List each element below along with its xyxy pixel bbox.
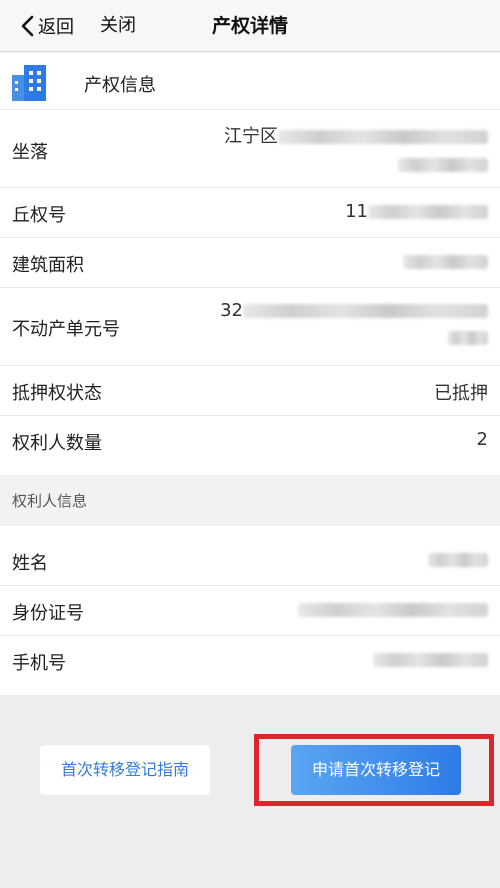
row-label: 身份证号 <box>12 603 84 624</box>
property-info-header: 产权信息 <box>0 53 500 110</box>
row-id-number: 身份证号 <box>0 586 500 636</box>
row-value: 已抵押 <box>434 383 488 404</box>
section-title: 产权信息 <box>84 75 156 96</box>
row-phone: 手机号 <box>0 636 500 695</box>
row-value: 32 <box>208 300 488 345</box>
row-name: 姓名 <box>0 536 500 586</box>
row-floor-area: 建筑面积 <box>0 238 500 288</box>
row-parcel-number: 丘权号 11 <box>0 188 500 238</box>
row-value <box>428 549 488 570</box>
row-label: 权利人数量 <box>12 433 102 454</box>
holder-section-header: 权利人信息 <box>0 475 500 526</box>
row-holder-count: 权利人数量 2 <box>0 416 500 475</box>
redacted-blur <box>298 603 488 617</box>
row-label: 手机号 <box>12 653 66 674</box>
redacted-blur <box>403 255 488 269</box>
row-label: 丘权号 <box>12 205 66 226</box>
row-value: 2 <box>476 429 488 450</box>
redacted-blur <box>398 158 488 172</box>
highlight-box <box>254 734 494 806</box>
row-location: 坐落 江宁区 <box>0 110 500 188</box>
row-value: 11 <box>345 201 488 222</box>
row-label: 坐落 <box>12 142 48 163</box>
redacted-blur <box>373 653 488 667</box>
redacted-blur <box>448 331 488 345</box>
redacted-blur <box>428 553 488 567</box>
row-value <box>373 649 488 670</box>
row-mortgage-status: 抵押权状态 已抵押 <box>0 366 500 416</box>
row-label: 姓名 <box>12 553 48 574</box>
row-label: 抵押权状态 <box>12 383 102 404</box>
transfer-guide-button[interactable]: 首次转移登记指南 <box>40 745 210 795</box>
redacted-blur <box>243 304 488 318</box>
redacted-blur <box>368 205 488 219</box>
section-title: 权利人信息 <box>12 492 88 510</box>
row-value: 江宁区 <box>208 122 488 172</box>
page-title: 产权详情 <box>211 15 288 37</box>
row-label: 不动产单元号 <box>12 319 120 340</box>
row-unit-number: 不动产单元号 32 <box>0 288 500 366</box>
row-value <box>403 251 488 272</box>
row-value <box>298 599 488 620</box>
nav-bar: 返回 关闭 产权详情 <box>0 0 500 52</box>
redacted-blur <box>278 130 488 144</box>
row-label: 建筑面积 <box>12 255 84 276</box>
building-icon <box>12 65 46 101</box>
